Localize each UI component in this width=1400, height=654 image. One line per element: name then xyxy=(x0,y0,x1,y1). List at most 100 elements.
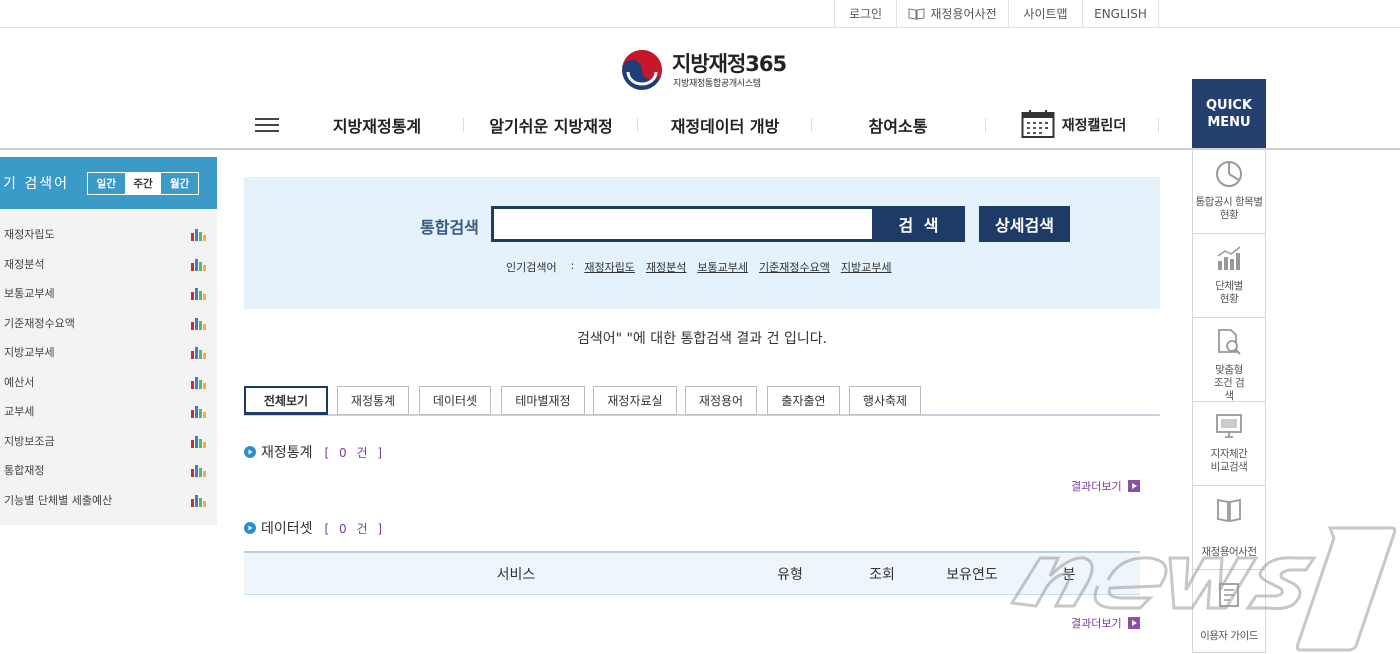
quick-item-label: 지자체간 비교검색 xyxy=(1210,448,1248,473)
taegeuk-logo-icon xyxy=(622,50,662,90)
popular-keyword-label: 지방보조금 xyxy=(4,434,55,448)
monitor-icon xyxy=(1216,414,1242,438)
tab-investment[interactable]: 출자출연 xyxy=(767,386,840,415)
result-tabs: 전체보기 재정통계 데이터셋 테마별재정 재정자료실 재정용어 출자출연 행사축… xyxy=(244,386,1160,416)
popular-keyword-label: 기능별 단체별 세출예산 xyxy=(4,493,113,507)
popular-keyword-item[interactable]: 지방보조금 xyxy=(4,431,206,451)
calendar-icon[interactable] xyxy=(1021,109,1055,139)
section-dataset-title: 데이터셋 [ 0 건 ] xyxy=(244,518,385,538)
utility-bar: 로그인 재정용어사전 사이트맵 ENGLISH xyxy=(0,0,1400,28)
site-logo[interactable]: 지방재정365 지방재정통합공개시스템 xyxy=(620,46,790,92)
document-search-icon xyxy=(1218,329,1241,355)
advanced-search-button[interactable]: 상세검색 xyxy=(979,206,1070,242)
tab-finance-terms[interactable]: 재정용어 xyxy=(685,386,757,415)
news1-watermark xyxy=(1009,526,1397,652)
tab-finance-stats[interactable]: 재정통계 xyxy=(337,386,409,415)
popular-keyword-label: 보통교부세 xyxy=(4,287,55,300)
popular-keyword-item[interactable]: 기능별 단체별 세출예산 xyxy=(4,490,206,510)
play-circle-icon xyxy=(244,522,256,534)
quick-item-disclosure[interactable]: 통합공시 항목별 현황 xyxy=(1193,150,1265,234)
tab-all[interactable]: 전체보기 xyxy=(244,386,328,415)
logo-title: 지방재정365 xyxy=(672,52,787,76)
column-year: 보유연도 xyxy=(946,567,998,583)
popular-keyword-item[interactable]: 재정자립도 xyxy=(4,224,206,244)
quick-item-compare[interactable]: 지자체간 비교검색 xyxy=(1193,402,1265,486)
gnb-divider xyxy=(1158,118,1159,132)
popular-keyword-label: 기준재정수요액 xyxy=(4,316,75,330)
result-count: [ 0 건 ] xyxy=(324,521,386,536)
popular-keyword-link[interactable]: 지방교부세 xyxy=(841,259,892,275)
quick-item-status[interactable]: 단체별 현황 xyxy=(1193,234,1265,318)
rank-bars-icon xyxy=(191,435,206,448)
rank-bars-icon xyxy=(191,347,206,359)
tab-weekly[interactable]: 주간 xyxy=(124,173,162,194)
login-link[interactable]: 로그인 xyxy=(834,0,896,27)
gnb-calendar[interactable]: 재정캘린더 xyxy=(1058,112,1130,138)
quick-menu-label: QUICK MENU xyxy=(1205,97,1253,130)
pie-chart-icon xyxy=(1216,161,1242,187)
popular-keyword-label: 교부세 xyxy=(4,405,35,418)
popular-keyword-link[interactable]: 기준재정수요액 xyxy=(759,259,830,275)
gnb-divider xyxy=(637,118,638,132)
popular-keyword-item[interactable]: 예산서 xyxy=(4,372,206,392)
popular-keyword-link[interactable]: 보통교부세 xyxy=(697,259,748,275)
quick-item-label: 맞춤형 조건 검색 xyxy=(1213,364,1245,402)
sitemap-label: 사이트맵 xyxy=(1023,7,1068,21)
column-views: 조회 xyxy=(869,567,895,583)
gnb-participation[interactable]: 참여소통 xyxy=(848,112,948,138)
rank-bars-icon xyxy=(191,406,206,418)
section-title-text: 재정통계 xyxy=(261,445,313,461)
quick-item-custom-search[interactable]: 맞춤형 조건 검색 xyxy=(1193,318,1265,402)
tab-theme-finance[interactable]: 테마별재정 xyxy=(501,386,585,415)
play-circle-icon xyxy=(244,446,256,458)
tab-finance-archive[interactable]: 재정자료실 xyxy=(593,386,677,415)
search-button[interactable]: 검 색 xyxy=(875,206,965,242)
gnb-easy-finance[interactable]: 알기쉬운 지방재정 xyxy=(478,112,624,138)
rank-bars-icon xyxy=(191,494,206,507)
rank-bars-icon xyxy=(191,317,206,330)
glossary-label: 재정용어사전 xyxy=(930,7,997,21)
popular-keywords-title: 기 검색어 xyxy=(3,176,69,192)
gnb-data-open[interactable]: 재정데이터 개방 xyxy=(654,112,796,138)
section-finance-stats-title: 재정통계 [ 0 건 ] xyxy=(244,442,385,462)
rank-bars-icon xyxy=(191,258,206,271)
gnb-divider xyxy=(985,118,986,132)
popular-keyword-item[interactable]: 통합재정 xyxy=(4,460,206,480)
popular-keyword-item[interactable]: 기준재정수요액 xyxy=(4,313,206,333)
popular-keyword-item[interactable]: 교부세 xyxy=(4,401,206,421)
book-icon xyxy=(908,7,925,20)
period-tabs: 일간 주간 월간 xyxy=(87,172,199,195)
result-summary: 검색어" "에 대한 통합검색 결과 건 입니다. xyxy=(576,331,828,347)
gnb-divider xyxy=(811,118,812,132)
english-label: ENGLISH xyxy=(1094,6,1147,21)
quick-menu-button[interactable]: QUICK MENU xyxy=(1192,79,1266,148)
more-results-link[interactable]: 결과더보기 xyxy=(1071,478,1140,494)
tab-daily[interactable]: 일간 xyxy=(88,173,125,194)
tab-monthly[interactable]: 월간 xyxy=(161,173,198,194)
popular-keyword-label: 재정자립도 xyxy=(4,228,55,241)
search-input[interactable] xyxy=(491,206,875,242)
popular-keyword-label: 예산서 xyxy=(4,375,35,389)
popular-keyword-label: 통합재정 xyxy=(4,464,45,477)
gnb-finance-stats[interactable]: 지방재정통계 xyxy=(316,112,438,138)
popular-keyword-item[interactable]: 보통교부세 xyxy=(4,283,206,303)
glossary-link[interactable]: 재정용어사전 xyxy=(896,0,1008,27)
popular-keywords-panel: 기 검색어 일간 주간 월간 재정자립도재정분석보통교부세기준재정수요액지방교부… xyxy=(0,157,217,525)
tab-events[interactable]: 행사축제 xyxy=(849,386,921,415)
rank-bars-icon xyxy=(191,465,206,477)
popular-keyword-label: 재정분석 xyxy=(4,257,45,271)
tab-dataset[interactable]: 데이터셋 xyxy=(419,386,491,415)
popular-keyword-item[interactable]: 재정분석 xyxy=(4,254,206,274)
popular-keyword-link[interactable]: 재정분석 xyxy=(646,259,686,275)
login-label: 로그인 xyxy=(848,7,883,21)
gnb-bottom-border xyxy=(0,148,1400,150)
quick-item-label: 단체별 현황 xyxy=(1215,280,1243,305)
popular-search-row: 인기검색어 : 재정자립도 재정분석 보통교부세 기준재정수요액 지방교부세 xyxy=(506,259,902,275)
english-link[interactable]: ENGLISH xyxy=(1082,0,1159,27)
popular-keywords-header: 기 검색어 일간 주간 월간 xyxy=(0,157,217,209)
popular-keyword-item[interactable]: 지방교부세 xyxy=(4,342,206,362)
hamburger-menu-icon[interactable] xyxy=(255,118,279,132)
popular-keyword-link[interactable]: 재정자립도 xyxy=(584,259,635,275)
column-type: 유형 xyxy=(777,567,803,583)
sitemap-link[interactable]: 사이트맵 xyxy=(1008,0,1082,27)
